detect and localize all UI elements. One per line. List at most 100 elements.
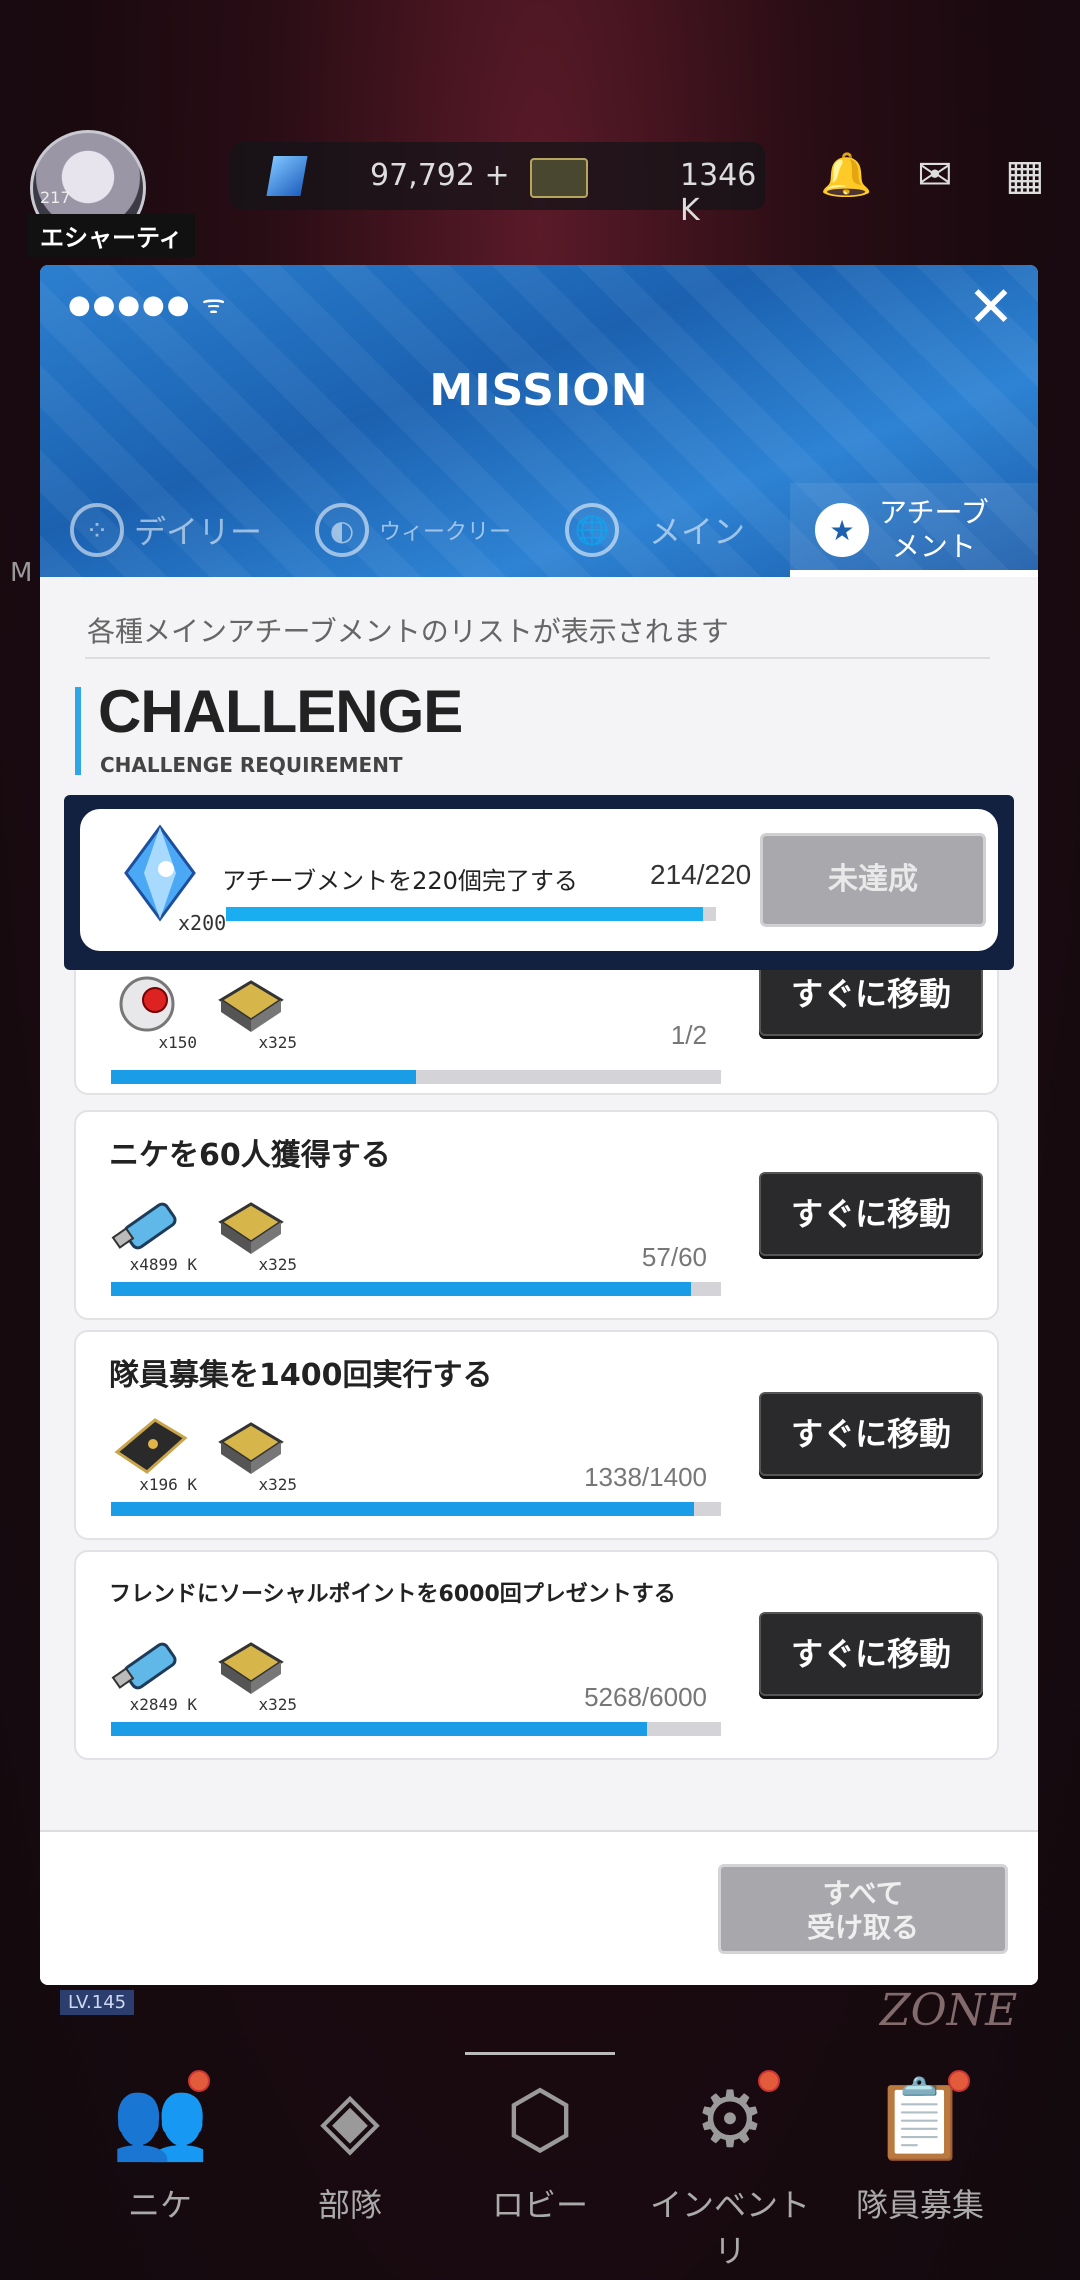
mission-modal: ●●●●● ᯤ ✕ MISSION ⁘ デイリー ◐ ウィークリー 🌐 メイン … — [40, 265, 1038, 1985]
go-now-button[interactable]: すぐに移動 — [759, 1172, 983, 1256]
tab-weekly[interactable]: ◐ ウィークリー — [315, 483, 511, 577]
notification-dot — [188, 2070, 210, 2092]
zone-label: ZONE — [880, 1985, 1018, 2036]
reward-qty: x325 — [258, 1255, 297, 1274]
side-letter: M — [10, 558, 33, 588]
mission-tabs: ⁘ デイリー ◐ ウィークリー 🌐 メイン ★ アチーブ メント — [40, 483, 1038, 577]
claim-all-button[interactable]: すべて 受け取る — [718, 1864, 1008, 1954]
usb-drive-icon — [111, 1642, 177, 1690]
tab-label: デイリー — [134, 513, 263, 551]
lobby-topbar: 217 エシャーティ 97,792 + 1346 K 🔔 ✉ ▦ — [0, 130, 1080, 257]
progress-bar — [226, 907, 716, 921]
progress-fill — [111, 1070, 416, 1084]
tab-label: アチーブ メント — [879, 496, 989, 563]
star-icon: ★ — [815, 503, 869, 557]
nav-nikke[interactable]: 👥 ニケ — [70, 2070, 250, 2226]
gem-count: 97,792 + — [370, 158, 510, 193]
chip-icon — [218, 1642, 284, 1694]
highlight-card: x200 アチーブメントを220個完了する 214/220 未達成 — [80, 809, 998, 951]
usb-drive-icon — [111, 1202, 177, 1250]
reward-qty: x325 — [258, 1695, 297, 1714]
active-tab-underline — [790, 570, 1038, 577]
credit-count: 1346 K — [680, 158, 757, 228]
recruit-ticket-icon — [114, 1418, 188, 1474]
progress-bar — [111, 1070, 721, 1084]
daily-icon: ⁘ — [70, 503, 124, 557]
bell-icon[interactable]: 🔔 — [820, 150, 872, 200]
nav-lobby[interactable]: ⬡ ロビー — [450, 2070, 630, 2226]
progress-bar — [111, 1502, 721, 1516]
reward-item[interactable]: x2849 K — [111, 1632, 197, 1714]
list-description: 各種メインアチーブメントのリストが表示されます — [87, 615, 729, 648]
reward-item[interactable]: x325 — [211, 1412, 297, 1494]
signal-indicator: ●●●●● ᯤ — [68, 290, 228, 320]
player-level: 217 — [40, 188, 71, 207]
tab-label: ウィークリー — [379, 520, 512, 545]
tab-main[interactable]: 🌐 メイン — [565, 483, 745, 577]
reward-qty: x150 — [158, 1033, 197, 1052]
reward-item[interactable]: x325 — [211, 1632, 297, 1714]
progress-fill — [111, 1502, 695, 1516]
bottom-nav: 👥 ニケ ◈ 部隊 ⬡ ロビー ⚙ インベントリ 📋 隊員募集 — [0, 2050, 1080, 2280]
divider — [85, 657, 990, 659]
nav-label: インベントリ — [649, 2186, 810, 2270]
progress-bar — [111, 1282, 721, 1296]
mission-progress: 1/2 — [670, 1020, 707, 1050]
tab-daily[interactable]: ⁘ デイリー — [70, 483, 262, 577]
lobby-icon: ⬡ — [505, 2075, 575, 2165]
reward-item[interactable]: x150 — [111, 970, 197, 1052]
gem-icon — [266, 156, 308, 196]
mission-title: ニケを60人獲得する — [109, 1138, 391, 1173]
highlighted-mission: x200 アチーブメントを220個完了する 214/220 未達成 — [64, 795, 1014, 970]
reward-qty: x325 — [258, 1033, 297, 1052]
section-accent-bar — [75, 687, 81, 775]
mission-progress: 214/220 — [650, 859, 752, 890]
nav-squad[interactable]: ◈ 部隊 — [260, 2070, 440, 2226]
modal-footer: すべて 受け取る — [40, 1830, 1038, 1985]
notification-dot — [758, 2070, 780, 2092]
mission-card: ニケを60人獲得する x4899 K x325 57/60 すぐに移動 — [74, 1110, 999, 1320]
nav-recruit[interactable]: 📋 隊員募集 — [830, 2070, 1010, 2226]
chip-icon — [218, 980, 284, 1032]
reward-qty: x200 — [178, 911, 227, 935]
add-gems-button[interactable]: + — [485, 158, 510, 193]
currency-bar: 97,792 + 1346 K — [230, 142, 765, 228]
weekly-icon: ◐ — [315, 503, 369, 557]
go-now-button[interactable]: すぐに移動 — [759, 1612, 983, 1696]
core-orb-icon — [119, 976, 175, 1032]
nav-inventory[interactable]: ⚙ インベントリ — [640, 2070, 820, 2272]
reward-item[interactable]: x325 — [211, 970, 297, 1052]
mission-progress: 1338/1400 — [584, 1462, 707, 1492]
progress-fill — [111, 1722, 647, 1736]
reward-qty: x196 K — [139, 1475, 197, 1494]
modal-title: MISSION — [429, 365, 649, 416]
mission-card: フレンドにソーシャルポイントを6000回プレゼントする x2849 K x325… — [74, 1550, 999, 1760]
incomplete-button[interactable]: 未達成 — [760, 833, 986, 927]
progress-fill — [226, 907, 703, 921]
modal-header: ●●●●● ᯤ ✕ MISSION ⁘ デイリー ◐ ウィークリー 🌐 メイン … — [40, 265, 1038, 577]
grid-menu-icon[interactable]: ▦ — [1000, 150, 1050, 200]
mission-card: 隊員募集を1400回実行する x196 K x325 1338/1400 すぐに… — [74, 1330, 999, 1540]
reward-item[interactable]: x4899 K — [111, 1192, 197, 1274]
mission-title: アチーブメントを220個完了する — [222, 867, 578, 895]
progress-bar — [111, 1722, 721, 1736]
progress-fill — [111, 1282, 691, 1296]
section-title: CHALLENGE — [98, 678, 463, 745]
mail-icon[interactable]: ✉ — [910, 150, 960, 200]
mission-title: フレンドにソーシャルポイントを6000回プレゼントする — [109, 1582, 676, 1607]
gem-icon — [124, 824, 196, 922]
reward-item[interactable]: x325 — [211, 1192, 297, 1274]
squad-level-badge: LV.145 — [60, 1990, 135, 2015]
tab-label: メイン — [649, 513, 746, 551]
chip-icon — [218, 1422, 284, 1474]
nav-label: 部隊 — [317, 2186, 382, 2224]
tab-achievement[interactable]: ★ アチーブ メント — [815, 483, 989, 577]
go-now-button[interactable]: すぐに移動 — [759, 1392, 983, 1476]
notification-dot — [948, 2070, 970, 2092]
reward-qty: x325 — [258, 1475, 297, 1494]
player-name: エシャーティ — [28, 214, 195, 257]
reward-item[interactable]: x196 K — [111, 1412, 197, 1494]
mission-title: 隊員募集を1400回実行する — [109, 1358, 493, 1393]
close-button[interactable]: ✕ — [966, 280, 1016, 336]
credit-icon — [530, 158, 588, 198]
